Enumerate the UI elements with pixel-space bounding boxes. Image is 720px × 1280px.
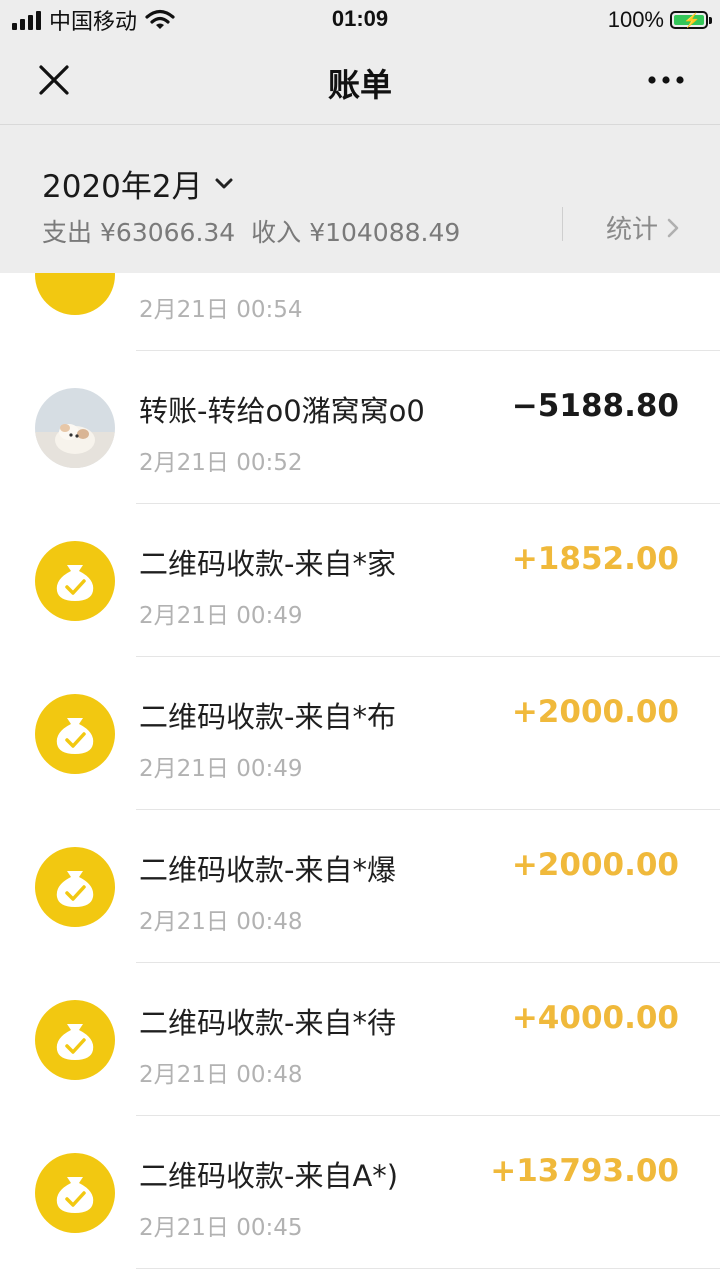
row-divider [136,1268,720,1269]
totals: 支出 ¥63066.34 收入 ¥104088.49 [42,213,468,249]
expense-amount: ¥63066.34 [100,218,236,247]
transaction-amount: −5188.80 [511,388,679,424]
transaction-row[interactable]: 二维码收款-来自*家 2月21日 00:49 +1852.00 [0,504,720,657]
transaction-row[interactable]: 转账-转给o0潴窝窝o0 2月21日 00:52 −5188.80 [0,351,720,504]
money-bag-icon [35,1000,115,1080]
expense-label: 支出 [42,218,93,247]
transaction-time: 2月21日 00:52 [139,450,303,476]
money-bag-icon [35,1153,115,1233]
transaction-amount: +1852.00 [511,541,679,577]
income-amount: ¥104088.49 [309,218,461,247]
transaction-row[interactable]: 二维码收款-来自*待 2月21日 00:48 +4000.00 [0,963,720,1116]
transaction-time: 2月21日 00:49 [139,603,303,629]
transaction-title: 二维码收款-来自A*) [139,1159,399,1193]
transaction-row[interactable]: 二维码收款-来自*布 2月21日 00:49 +2000.00 [0,657,720,810]
transaction-amount: +4000.00 [511,1000,679,1036]
transaction-time: 2月21日 00:45 [139,1215,303,1241]
month-label: 2020年2月 [42,169,203,205]
transaction-time: 2月21日 00:49 [139,756,303,782]
month-selector[interactable]: 2020年2月 [42,161,235,206]
transaction-title: 转账-转给o0潴窝窝o0 [139,394,425,428]
stats-label: 统计 [606,215,659,245]
contact-avatar [35,388,115,468]
chevron-down-icon [215,178,233,188]
transaction-amount: +13793.00 [490,1153,679,1189]
money-bag-icon [35,694,115,774]
transaction-title: 二维码收款-来自*家 [139,547,396,581]
stats-button[interactable]: 统计 [606,209,680,246]
divider [562,207,563,241]
transaction-amount: +2000.00 [511,694,679,730]
transaction-row[interactable]: 二维码收款-来自*爆 2月21日 00:48 +2000.00 [0,810,720,963]
chevron-right-icon [667,218,679,237]
money-bag-icon [35,541,115,621]
transaction-title: 二维码收款-来自*布 [139,700,396,734]
income-label: 收入 [251,218,302,247]
transaction-time: 2月21日 00:54 [139,297,303,323]
transaction-row[interactable]: 二维码收款-来自A*) 2月21日 00:45 +13793.00 [0,1116,720,1269]
transaction-title: 二维码收款-来自*待 [139,1006,396,1040]
money-bag-icon [35,847,115,927]
transaction-amount: +2000.00 [511,847,679,883]
transaction-title: 二维码收款-来自*爆 [139,853,396,887]
transaction-time: 2月21日 00:48 [139,909,303,935]
transaction-time: 2月21日 00:48 [139,1062,303,1088]
bill-summary: 2020年2月 支出 ¥63066.34 收入 ¥104088.49 统计 [0,125,720,273]
